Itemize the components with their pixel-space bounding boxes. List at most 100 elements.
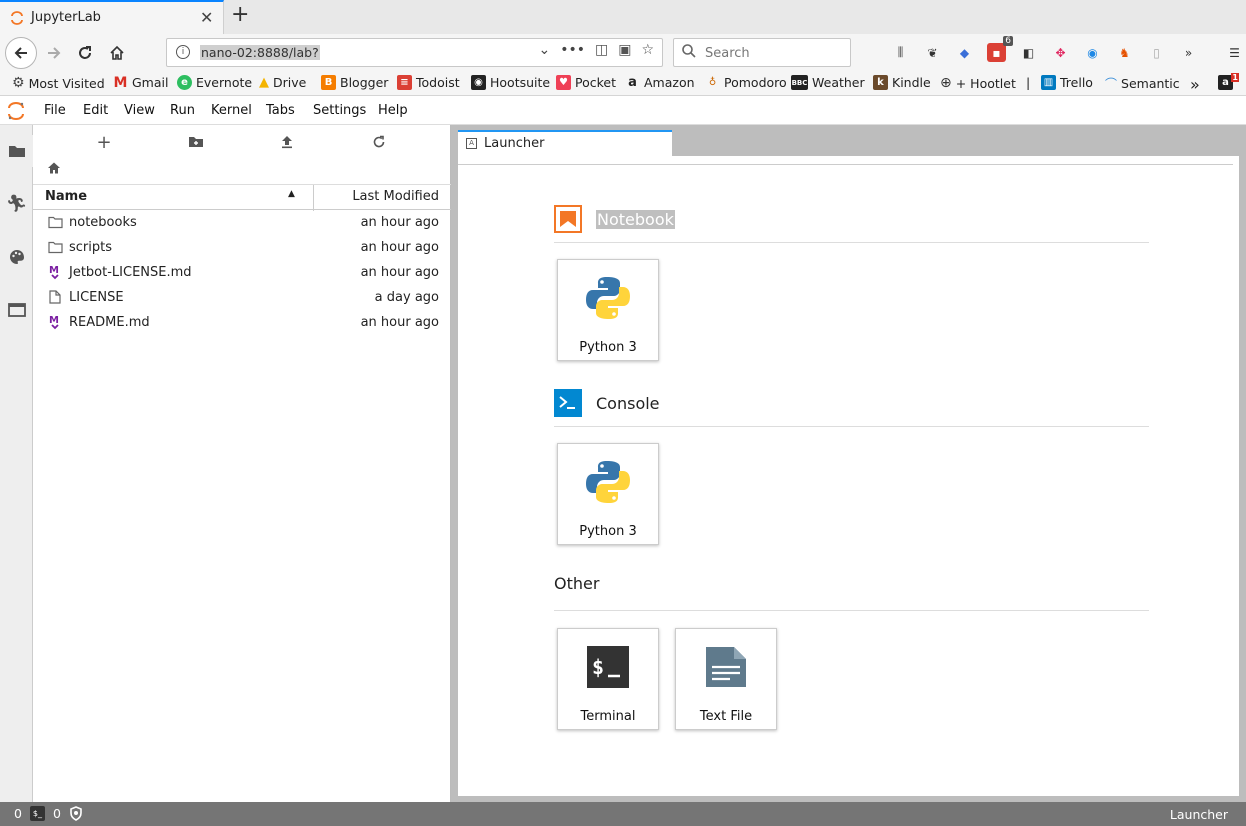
menu-help[interactable]: Help (378, 103, 408, 118)
hamburger-menu-icon[interactable]: ☰ (1225, 43, 1244, 62)
section-rule (554, 426, 1149, 427)
bookmark-drive[interactable]: ▲ Drive (259, 75, 306, 90)
bookmark-trello[interactable]: ▥ Trello (1041, 75, 1093, 90)
pocket-save-icon[interactable]: ◫ (595, 42, 608, 58)
home-button[interactable] (103, 39, 131, 67)
bookmark-label: Blogger (340, 75, 389, 90)
breadcrumb (47, 161, 61, 179)
arrow-left-icon (14, 47, 27, 59)
home-icon (110, 45, 124, 60)
bookmark-label: Pocket (575, 75, 616, 90)
evernote-ext-icon[interactable]: ❦ (923, 43, 942, 62)
sidetab-running[interactable]: 🏃︎ (0, 188, 33, 220)
close-tab-icon[interactable]: ✕ (200, 8, 213, 27)
menu-tabs[interactable]: Tabs (266, 103, 295, 118)
new-folder-button[interactable] (186, 132, 206, 152)
reload-button[interactable] (71, 39, 99, 67)
bookmark-evernote[interactable]: e Evernote (177, 75, 252, 90)
search-bar[interactable]: Search (673, 38, 851, 67)
sidetab-commands[interactable] (0, 241, 33, 273)
column-divider[interactable] (313, 185, 314, 211)
extension-icons: ⫼ ❦ ◆ ▪ 6 ◧ ✥ ◉ ♞ ▯ » ☰ (891, 36, 1244, 62)
launcher-card-notebook-python3[interactable]: Python 3 (557, 259, 659, 361)
terminal-mini-icon[interactable]: $_ (29, 806, 45, 821)
bookmark-gmail[interactable]: M Gmail (113, 75, 169, 91)
sidetab-open-tabs[interactable] (0, 294, 33, 326)
refresh-button[interactable] (369, 132, 389, 152)
bookmarks-overflow-button[interactable]: » (1190, 75, 1200, 94)
amazon-a-icon: a1 (1218, 73, 1239, 90)
menu-edit[interactable]: Edit (83, 103, 108, 118)
library-icon[interactable]: ⫼ (891, 43, 910, 62)
menu-view[interactable]: View (124, 103, 155, 118)
list-item[interactable]: M Jetbot-LICENSE.md an hour ago (33, 260, 451, 285)
reader-icon[interactable]: ◧ (1019, 43, 1038, 62)
page-ext-icon[interactable]: ▯ (1147, 43, 1166, 62)
star-icon[interactable]: ☆ (641, 42, 654, 58)
tab-launcher[interactable]: A Launcher (458, 130, 672, 156)
bookmark-semantic[interactable]: ⌒ Semantic (1105, 75, 1180, 92)
new-tab-button[interactable]: + (231, 2, 249, 27)
arrow-right-icon (48, 47, 61, 59)
bookmark-kindle[interactable]: k Kindle (873, 75, 931, 90)
fox-ext-icon[interactable]: ♞ (1115, 43, 1134, 62)
file-modified: an hour ago (360, 265, 439, 280)
menu-kernel[interactable]: Kernel (211, 103, 252, 118)
trello-icon: ▥ (1041, 75, 1056, 90)
bookmark-hootsuite[interactable]: ◉ Hootsuite (471, 75, 550, 90)
bookmark-todoist[interactable]: ≡ Todoist (397, 75, 460, 90)
url-bar[interactable]: i nano-02:8888/lab? ⌄ ••• ◫ ▣ ☆ (166, 38, 663, 67)
q-ext-icon[interactable]: ◉ (1083, 43, 1102, 62)
chevron-down-icon[interactable]: ⌄ (538, 42, 550, 58)
bookmark-label: Gmail (132, 75, 169, 90)
running-icon: 🏃︎ (5, 194, 28, 214)
section-notebook: Notebook (554, 205, 675, 233)
new-launcher-button[interactable]: + (94, 132, 114, 153)
section-title-other: Other (554, 574, 600, 593)
bookmark-most-visited[interactable]: ⚙ Most Visited (12, 75, 105, 91)
file-name: scripts (69, 240, 112, 255)
screen-icon[interactable]: ▣ (618, 42, 631, 58)
bookmark-hootlet[interactable]: ⊕ + Hootlet (940, 75, 1016, 91)
console-section-icon (554, 389, 582, 417)
shield-icon[interactable] (69, 806, 83, 821)
column-header-last-modified[interactable]: Last Modified (352, 189, 439, 204)
list-item[interactable]: notebooks an hour ago (33, 210, 451, 235)
bookmark-weather[interactable]: BBC Weather (791, 75, 865, 90)
browser-tab-jupyterlab[interactable]: JupyterLab ✕ (0, 0, 224, 34)
reload-icon (79, 46, 91, 59)
dots-ext-icon[interactable]: ✥ (1051, 43, 1070, 62)
bookmark-pomodoro[interactable]: ♁ Pomodoro (705, 75, 787, 90)
sidetab-file-browser[interactable] (0, 135, 33, 167)
launcher-card-text-file[interactable]: Text File (675, 628, 777, 730)
sort-ascending-icon[interactable]: ▲ (288, 189, 295, 199)
list-item[interactable]: M README.md an hour ago (33, 310, 451, 335)
home-icon[interactable] (47, 161, 61, 175)
graduation-icon[interactable]: ◆ (955, 43, 974, 62)
menu-settings[interactable]: Settings (313, 103, 366, 118)
bookmark-pocket[interactable]: ♥ Pocket (556, 75, 616, 90)
upload-icon (282, 136, 292, 149)
list-item[interactable]: LICENSE a day ago (33, 285, 451, 310)
file-name: notebooks (69, 215, 137, 230)
bbc-icon: BBC (791, 75, 808, 90)
todoist-ext-icon[interactable]: ▪ 6 (987, 36, 1013, 62)
overflow-chevron-icon[interactable]: » (1179, 43, 1198, 62)
menu-file[interactable]: File (44, 103, 66, 118)
url-text[interactable]: nano-02:8888/lab? (200, 45, 320, 60)
kernel-count[interactable]: 0 (14, 806, 22, 821)
forward-button[interactable] (40, 39, 68, 67)
launcher-card-terminal[interactable]: $ Terminal (557, 628, 659, 730)
more-dots-icon[interactable]: ••• (560, 42, 585, 58)
menu-run[interactable]: Run (170, 103, 195, 118)
launcher-card-console-python3[interactable]: Python 3 (557, 443, 659, 545)
column-header-name[interactable]: Name (45, 189, 87, 204)
info-icon[interactable]: i (176, 45, 190, 59)
terminal-count[interactable]: 0 (53, 806, 61, 821)
back-button[interactable] (5, 37, 37, 69)
list-item[interactable]: scripts an hour ago (33, 235, 451, 260)
bookmark-blogger[interactable]: B Blogger (321, 75, 388, 90)
amazon-badge-bookmark[interactable]: a1 (1218, 73, 1239, 90)
bookmark-amazon[interactable]: a Amazon (625, 75, 694, 90)
upload-button[interactable] (277, 132, 297, 152)
